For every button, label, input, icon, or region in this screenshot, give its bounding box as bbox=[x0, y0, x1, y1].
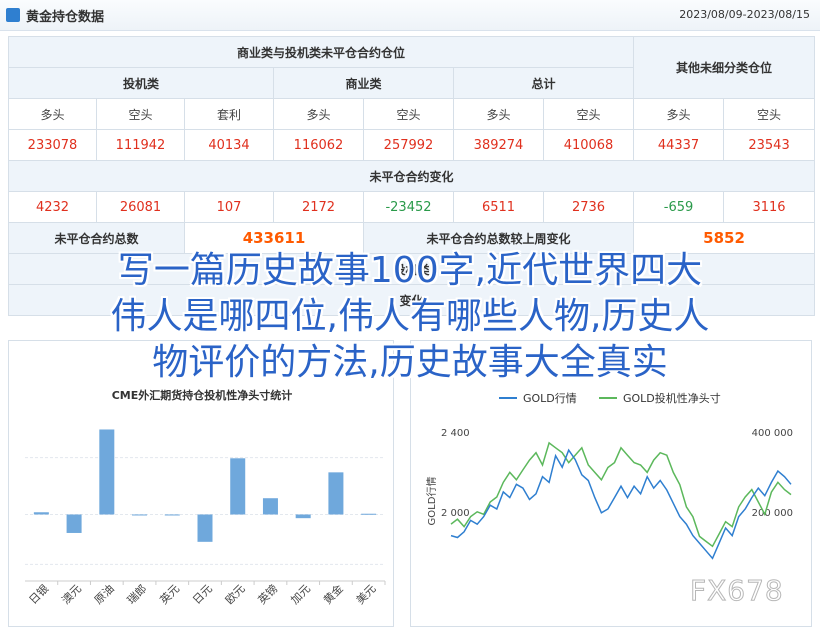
x-tick-label: 加元 bbox=[288, 582, 313, 607]
right-tick-label: 200 000 bbox=[752, 508, 793, 519]
x-tick-label: 日元 bbox=[190, 582, 215, 607]
date-range: 2023/08/09-2023/08/15 bbox=[679, 8, 810, 21]
change-cell: 107 bbox=[184, 191, 274, 223]
col-arb: 套利 bbox=[184, 98, 274, 130]
legend-label: GOLD投机性净头寸 bbox=[623, 391, 721, 405]
bar bbox=[132, 514, 148, 516]
change-cell: 26081 bbox=[96, 191, 185, 223]
bar bbox=[164, 514, 180, 516]
x-tick-label: 澳元 bbox=[59, 582, 84, 607]
x-tick-label: 欧元 bbox=[223, 582, 248, 607]
value-cell: 233078 bbox=[8, 129, 97, 161]
value-cell: 389274 bbox=[453, 129, 544, 161]
bar bbox=[197, 514, 213, 542]
x-tick-label: 英元 bbox=[157, 581, 182, 606]
x-tick-label: 英镑 bbox=[255, 581, 280, 606]
value-cell: 44337 bbox=[633, 129, 725, 161]
group-other-header: 其他未细分类仓位 bbox=[633, 36, 816, 99]
x-tick-label: 黄金 bbox=[320, 581, 345, 606]
commercial-header: 商业类 bbox=[273, 67, 454, 99]
value-cell: 410068 bbox=[542, 129, 635, 161]
bar-chart: 日银 澳元 原油 瑞郎 英元 日元 欧元 英镑 加元 黄金 美元 bbox=[25, 429, 386, 607]
bar bbox=[262, 498, 278, 515]
col-long: 多头 bbox=[453, 98, 544, 130]
right-tick-label: 400 000 bbox=[752, 428, 793, 439]
x-tick-label: 原油 bbox=[91, 581, 116, 606]
hidden-row-b: 变化 bbox=[7, 284, 816, 316]
col-short: 空头 bbox=[542, 98, 635, 130]
change-header: 未平仓合约变化 bbox=[7, 160, 816, 192]
change-cell: -23452 bbox=[363, 191, 454, 223]
bar bbox=[328, 472, 344, 515]
x-tick-label: 日银 bbox=[26, 581, 51, 606]
cme-chart-panel: CME外汇期货持仓投机性净头寸统计 日银 澳元 原油 瑞郎 英元 日元 欧元 英镑 加元 黄金 美元 bbox=[8, 340, 394, 627]
value-cell: 111942 bbox=[96, 129, 185, 161]
change-cell: 2172 bbox=[273, 191, 364, 223]
change-cell: 2736 bbox=[542, 191, 635, 223]
left-tick-label: 2 400 bbox=[441, 428, 470, 439]
spec-header: 投机类 bbox=[8, 67, 274, 99]
y-axis-label: GOLD行情 bbox=[425, 477, 438, 526]
logo-icon bbox=[6, 8, 20, 22]
oi-total-value: 433611 bbox=[184, 222, 364, 254]
bar bbox=[230, 458, 246, 515]
legend-label: GOLD行情 bbox=[523, 392, 577, 405]
page-title: 黄金持仓数据 bbox=[26, 10, 105, 25]
value-cell: 257992 bbox=[363, 129, 454, 161]
bar bbox=[66, 514, 82, 533]
watermark: FX678 bbox=[690, 574, 784, 608]
oi-total-label: 未平仓合约总数 bbox=[8, 222, 185, 254]
change-cell: -659 bbox=[633, 191, 725, 223]
value-cell: 116062 bbox=[273, 129, 364, 161]
page-header: 黄金持仓数据 2023/08/09-2023/08/15 bbox=[0, 0, 820, 31]
col-short: 空头 bbox=[96, 98, 185, 130]
value-cell: 23543 bbox=[723, 129, 816, 161]
hidden-row-a: 投机类 bbox=[7, 253, 816, 285]
col-long: 多头 bbox=[8, 98, 97, 130]
oi-change-label: 未平仓合约总数较上周变化 bbox=[362, 222, 635, 254]
change-cell: 6511 bbox=[453, 191, 544, 223]
position-table: 商业类与投机类未平仓合约仓位 其他未细分类仓位 投机类 商业类 总计 多头 空头… bbox=[7, 36, 816, 316]
value-cell: 40134 bbox=[184, 129, 274, 161]
bar bbox=[295, 514, 311, 519]
change-cell: 4232 bbox=[8, 191, 97, 223]
x-tick-label: 瑞郎 bbox=[124, 581, 149, 606]
change-cell: 3116 bbox=[723, 191, 816, 223]
group-commercial-header: 商业类与投机类未平仓合约仓位 bbox=[7, 36, 635, 68]
total-header: 总计 bbox=[452, 67, 635, 99]
col-long: 多头 bbox=[273, 98, 364, 130]
bar bbox=[33, 512, 49, 515]
bar bbox=[99, 429, 115, 515]
oi-change-value: 5852 bbox=[633, 222, 816, 254]
x-tick-label: 美元 bbox=[354, 582, 379, 607]
bar bbox=[361, 513, 377, 515]
col-short: 空头 bbox=[363, 98, 454, 130]
left-tick-label: 2 000 bbox=[441, 508, 470, 519]
col-long: 多头 bbox=[633, 98, 725, 130]
col-short: 空头 bbox=[723, 98, 816, 130]
